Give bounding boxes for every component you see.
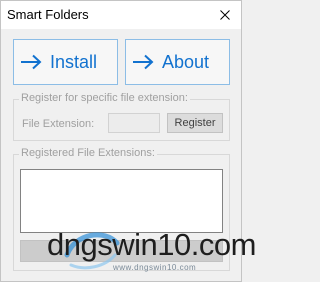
file-extension-label: File Extension: (22, 118, 95, 130)
registered-group-title: Registered File Extensions: (19, 147, 157, 159)
watermark-text: dngswin10.com (47, 227, 256, 262)
watermark-subtext: www.dngswin10.com (113, 263, 197, 272)
about-button[interactable]: About (125, 39, 230, 85)
about-label: About (162, 51, 210, 72)
register-group-title: Register for specific file extension: (19, 92, 190, 104)
install-button[interactable]: Install (13, 39, 118, 85)
arrow-right-icon (132, 54, 154, 70)
title-bar: Smart Folders (1, 1, 241, 29)
register-button[interactable]: Register (167, 113, 223, 133)
file-extension-input[interactable] (108, 113, 160, 133)
registered-extensions-list[interactable] (20, 169, 223, 233)
close-button[interactable] (211, 3, 239, 27)
register-label: Register (174, 117, 216, 129)
arrow-right-icon (20, 54, 42, 70)
install-label: Install (50, 51, 98, 72)
close-icon (220, 10, 230, 20)
app-window: Smart Folders Install About Register for… (0, 0, 256, 282)
window-title: Smart Folders (7, 7, 89, 22)
